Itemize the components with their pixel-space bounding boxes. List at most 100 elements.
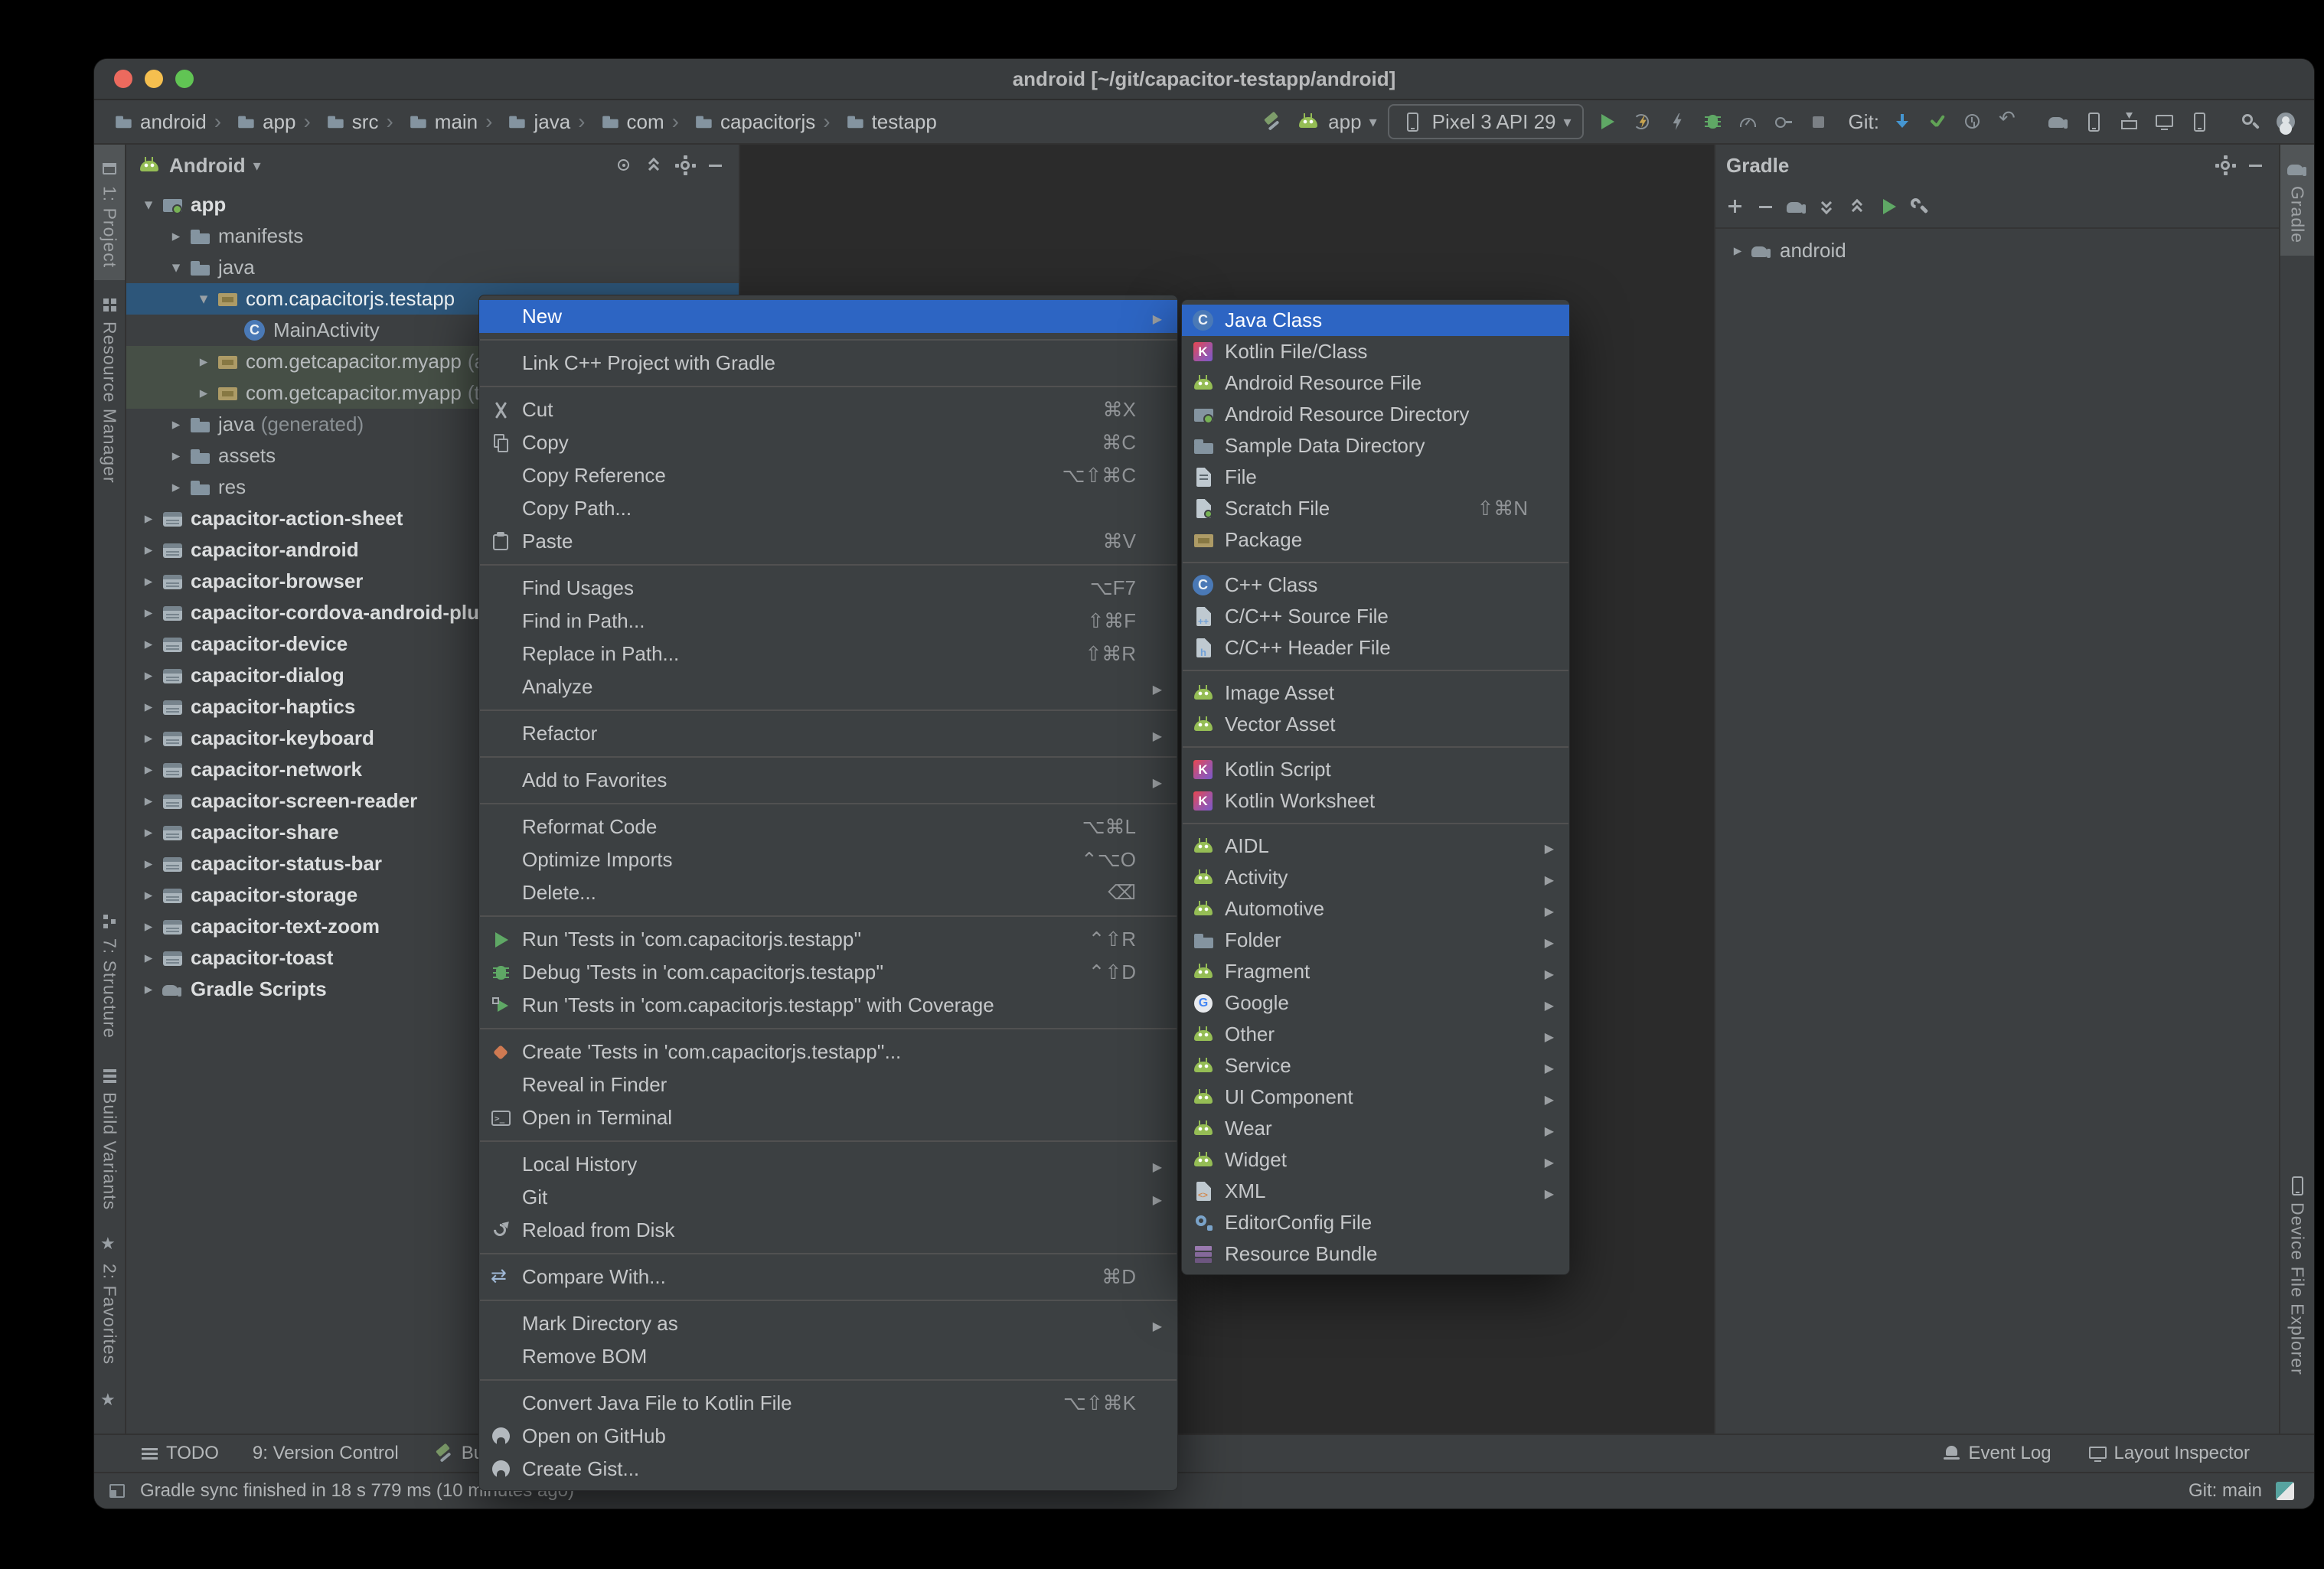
submenu-item[interactable]: Other	[1182, 1019, 1569, 1050]
tool-window-button[interactable]: TODO	[137, 1441, 219, 1466]
tool-window-button[interactable]: Build Variants	[94, 1051, 125, 1222]
expand-all-icon[interactable]	[1815, 194, 1839, 219]
tool-window-button[interactable]: 1: Project	[94, 145, 125, 281]
context-menu-item[interactable]: Find Usages ⌥F7	[479, 572, 1177, 605]
submenu-item[interactable]: Widget	[1182, 1144, 1569, 1176]
history-icon[interactable]	[1960, 109, 1985, 134]
close-button[interactable]	[114, 70, 132, 88]
expand-arrow-icon[interactable]	[192, 289, 215, 308]
submenu-item[interactable]: Service	[1182, 1050, 1569, 1081]
context-menu-item[interactable]: Compare With... ⌘D	[479, 1261, 1177, 1293]
submenu-item[interactable]: C/C++ Source File	[1182, 601, 1569, 632]
add-icon[interactable]	[1723, 194, 1748, 219]
context-menu-item[interactable]: Convert Java File to Kotlin File ⌥⇧⌘K	[479, 1387, 1177, 1420]
context-menu-item[interactable]: Find in Path... ⇧⌘F	[479, 605, 1177, 638]
expand-arrow-icon[interactable]	[137, 948, 160, 967]
context-menu-item[interactable]: Copy Path...	[479, 492, 1177, 525]
expand-arrow-icon[interactable]	[137, 917, 160, 936]
sdk-manager-icon[interactable]	[2117, 109, 2141, 134]
apply-code-changes-icon[interactable]	[1665, 109, 1689, 134]
submenu-item[interactable]: Kotlin Script	[1182, 754, 1569, 785]
rollback-icon[interactable]	[1996, 108, 2020, 134]
context-menu-item[interactable]: Remove BOM	[479, 1340, 1177, 1373]
submenu-item[interactable]: Kotlin Worksheet	[1182, 785, 1569, 817]
profiler-icon[interactable]	[1735, 109, 1760, 134]
submenu-item[interactable]: AIDL	[1182, 830, 1569, 862]
run-icon[interactable]	[1594, 109, 1619, 134]
layout-inspector-icon[interactable]	[2152, 109, 2176, 134]
expand-arrow-icon[interactable]	[165, 446, 188, 465]
collapse-all-icon[interactable]	[642, 153, 667, 178]
gradle-settings-wrench-icon[interactable]	[1907, 194, 1931, 219]
submenu-item[interactable]: Android Resource File	[1182, 367, 1569, 399]
submenu-item[interactable]: File	[1182, 462, 1569, 493]
context-menu-item[interactable]: Link C++ Project with Gradle	[479, 347, 1177, 380]
context-menu-item[interactable]: Run 'Tests in 'com.capacitorjs.testapp''…	[479, 923, 1177, 956]
expand-arrow-icon[interactable]	[165, 415, 188, 434]
settings-gear-icon[interactable]	[2213, 153, 2238, 178]
expand-arrow-icon[interactable]	[165, 478, 188, 497]
project-view-select[interactable]: Android	[169, 154, 246, 178]
context-menu-item[interactable]: Reload from Disk	[479, 1214, 1177, 1247]
sync-gradle-icon[interactable]	[2046, 109, 2071, 134]
sync-gradle-icon[interactable]	[1784, 194, 1809, 219]
submenu-item[interactable]: C++ Class	[1182, 569, 1569, 601]
submenu-item[interactable]: Kotlin File/Class	[1182, 336, 1569, 367]
submenu-item[interactable]: Vector Asset	[1182, 709, 1569, 740]
apply-changes-icon[interactable]	[1630, 109, 1654, 134]
title-bar[interactable]: android [~/git/capacitor-testapp/android…	[94, 59, 2314, 100]
avatar-icon[interactable]	[2273, 109, 2297, 134]
submenu-item[interactable]: Image Asset	[1182, 677, 1569, 709]
context-menu-item[interactable]: Local History	[479, 1148, 1177, 1181]
submenu-item[interactable]: Activity	[1182, 862, 1569, 893]
emulator-icon[interactable]	[2187, 109, 2211, 134]
expand-arrow-icon[interactable]	[137, 886, 160, 905]
build-hammer-icon[interactable]	[1261, 109, 1285, 134]
submenu-item[interactable]: Android Resource Directory	[1182, 399, 1569, 430]
tool-window-button[interactable]: Event Log	[1939, 1441, 2051, 1466]
tree-item[interactable]: java	[126, 252, 739, 283]
search-icon[interactable]	[2238, 109, 2262, 134]
context-menu-item[interactable]: Reformat Code ⌥⌘L	[479, 811, 1177, 843]
submenu-item[interactable]: C/C++ Header File	[1182, 632, 1569, 664]
submenu-item[interactable]: Google	[1182, 987, 1569, 1019]
commit-icon[interactable]	[1925, 109, 1950, 134]
submenu-item[interactable]: UI Component	[1182, 1081, 1569, 1113]
breadcrumb-item[interactable]: › src	[295, 109, 378, 134]
tool-window-button[interactable]: 7: Structure	[94, 897, 125, 1051]
submenu-item[interactable]: Wear	[1182, 1113, 1569, 1144]
context-menu-item[interactable]: Create 'Tests in 'com.capacitorjs.testap…	[479, 1036, 1177, 1068]
context-menu-item[interactable]: Analyze	[479, 670, 1177, 703]
context-menu-item[interactable]: Optimize Imports ⌃⌥O	[479, 843, 1177, 876]
expand-arrow-icon[interactable]	[137, 823, 160, 842]
expand-arrow-icon[interactable]	[137, 760, 160, 779]
expand-arrow-icon[interactable]	[137, 634, 160, 654]
tool-window-button[interactable]: Gradle	[2280, 145, 2314, 256]
submenu-item[interactable]: Scratch File ⇧⌘N	[1182, 493, 1569, 524]
breadcrumb-item[interactable]: › testapp	[815, 109, 937, 134]
chevron-down-icon[interactable]: ▾	[253, 156, 261, 175]
expand-arrow-icon[interactable]	[137, 729, 160, 748]
ideavim-icon[interactable]	[2273, 1479, 2297, 1503]
expand-arrow-icon[interactable]	[192, 383, 215, 403]
submenu-item[interactable]: Java Class	[1182, 305, 1569, 336]
expand-arrow-icon[interactable]	[165, 227, 188, 246]
submenu-item[interactable]: XML	[1182, 1176, 1569, 1207]
context-menu-item[interactable]: Add to Favorites	[479, 764, 1177, 797]
tool-window-button[interactable]: Resource Manager	[94, 280, 125, 496]
debug-icon[interactable]	[1700, 109, 1725, 134]
context-menu-item[interactable]: Git	[479, 1181, 1177, 1214]
device-select[interactable]: Pixel 3 API 29 ▾	[1387, 104, 1584, 139]
breadcrumb-item[interactable]: › app	[207, 109, 296, 134]
expand-arrow-icon[interactable]	[192, 352, 215, 371]
expand-arrow-icon[interactable]	[137, 540, 160, 559]
context-menu-item[interactable]: Copy ⌘C	[479, 426, 1177, 459]
expand-arrow-icon[interactable]	[137, 666, 160, 685]
zoom-button[interactable]	[175, 70, 194, 88]
tool-window-button[interactable]: 9: Version Control	[253, 1443, 399, 1464]
submenu-item[interactable]: Resource Bundle	[1182, 1238, 1569, 1270]
submenu-item[interactable]: Package	[1182, 524, 1569, 556]
tool-window-button[interactable]: 2: Favorites	[94, 1222, 125, 1377]
stop-icon[interactable]	[1806, 109, 1830, 134]
context-menu-item[interactable]: Mark Directory as	[479, 1307, 1177, 1340]
